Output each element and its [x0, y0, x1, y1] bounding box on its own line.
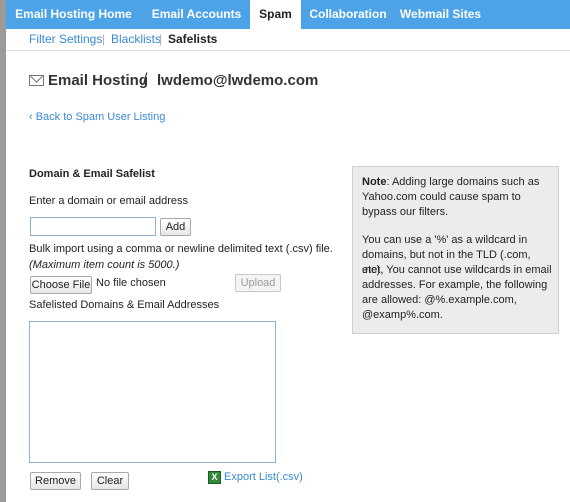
tab-spam[interactable]: Spam	[250, 0, 301, 29]
export-list-label: Export List(.csv)	[224, 471, 303, 483]
subnav-separator: |	[102, 32, 106, 46]
clear-button[interactable]: Clear	[91, 472, 129, 490]
page: Email Hosting Home Email Accounts Spam C…	[0, 0, 570, 502]
sub-nav: Filter Settings | Blacklists | Safelists	[6, 29, 570, 51]
title-account: lwdemo@lwdemo.com	[157, 72, 319, 89]
left-edge-bar	[0, 0, 6, 502]
note-line: Note: Adding large domains such as	[362, 176, 540, 188]
choose-file-button[interactable]: Choose File	[30, 276, 92, 294]
domain-input-label: Enter a domain or email address	[29, 195, 188, 207]
domain-email-input[interactable]	[30, 217, 156, 236]
safelisted-list-label: Safelisted Domains & Email Addresses	[29, 299, 220, 311]
subnav-blacklists[interactable]: Blacklists	[111, 32, 161, 46]
back-to-spam-user-listing-link[interactable]: ‹ Back to Spam User Listing	[29, 111, 165, 123]
note-line: You can use a '%' as a wildcard in	[362, 234, 528, 246]
note-line: addresses. For example, the following	[362, 279, 548, 291]
title-section: Email Hosting	[48, 72, 149, 89]
note-line: @examp%.com.	[362, 309, 443, 321]
note-box: Note: Adding large domains such as Yahoo…	[352, 166, 559, 334]
title-separator: /	[143, 71, 148, 88]
safelisted-addresses-listbox[interactable]	[29, 321, 276, 463]
subnav-safelists[interactable]: Safelists	[168, 32, 217, 46]
tab-email-hosting-home[interactable]: Email Hosting Home	[6, 0, 141, 29]
envelope-icon	[29, 75, 44, 86]
safelist-heading: Domain & Email Safelist	[29, 168, 155, 180]
tab-webmail-sites[interactable]: Webmail Sites	[395, 0, 486, 29]
note-line: etc). You cannot use wildcards in email	[362, 264, 552, 276]
add-button[interactable]: Add	[160, 218, 191, 236]
top-nav: Email Hosting Home Email Accounts Spam C…	[6, 0, 570, 29]
tab-collaboration[interactable]: Collaboration	[303, 0, 393, 29]
tab-email-accounts[interactable]: Email Accounts	[143, 0, 250, 29]
upload-button[interactable]: Upload	[235, 274, 281, 292]
bulk-import-note: (Maximum item count is 5000.)	[29, 259, 180, 271]
note-line: are allowed: @%.example.com,	[362, 294, 517, 306]
note-title: Note	[362, 176, 387, 188]
excel-icon: X	[208, 471, 221, 484]
subnav-separator: |	[159, 32, 163, 46]
note-line: bypass our filters.	[362, 206, 449, 218]
bulk-import-label: Bulk import using a comma or newline del…	[29, 243, 333, 255]
no-file-chosen-text: No file chosen	[96, 277, 166, 289]
subnav-filter-settings[interactable]: Filter Settings	[29, 32, 102, 46]
note-line: Yahoo.com could cause spam to	[362, 191, 521, 203]
remove-button[interactable]: Remove	[30, 472, 81, 490]
